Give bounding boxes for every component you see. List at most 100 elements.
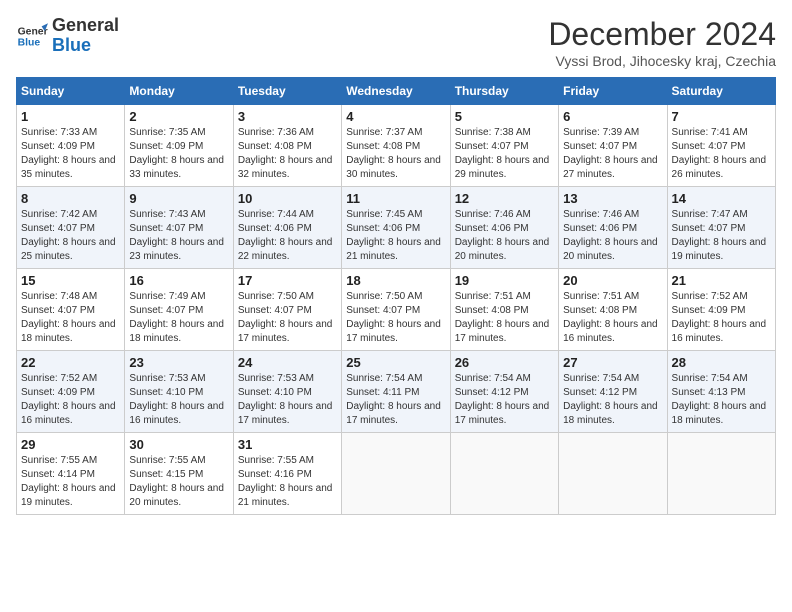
sunset-label: Sunset: 4:09 PM <box>21 141 95 152</box>
day-info: Sunrise: 7:35 AM Sunset: 4:09 PM Dayligh… <box>129 126 228 182</box>
daylight-label: Daylight: 8 hours and 18 minutes. <box>129 319 224 344</box>
logo: General Blue General Blue <box>16 16 119 56</box>
calendar-cell: 31 Sunrise: 7:55 AM Sunset: 4:16 PM Dayl… <box>233 433 341 515</box>
day-number: 31 <box>238 437 337 452</box>
day-info: Sunrise: 7:50 AM Sunset: 4:07 PM Dayligh… <box>346 290 445 346</box>
daylight-label: Daylight: 8 hours and 21 minutes. <box>346 237 441 262</box>
sunrise-label: Sunrise: 7:55 AM <box>238 455 314 466</box>
sunset-label: Sunset: 4:13 PM <box>672 387 746 398</box>
daylight-label: Daylight: 8 hours and 26 minutes. <box>672 155 767 180</box>
calendar-week-row: 22 Sunrise: 7:52 AM Sunset: 4:09 PM Dayl… <box>17 351 776 433</box>
sunrise-label: Sunrise: 7:39 AM <box>563 127 639 138</box>
sunset-label: Sunset: 4:08 PM <box>346 141 420 152</box>
sunset-label: Sunset: 4:12 PM <box>455 387 529 398</box>
day-number: 6 <box>563 109 662 124</box>
day-number: 21 <box>672 273 771 288</box>
day-number: 18 <box>346 273 445 288</box>
calendar-cell: 27 Sunrise: 7:54 AM Sunset: 4:12 PM Dayl… <box>559 351 667 433</box>
sunset-label: Sunset: 4:11 PM <box>346 387 419 398</box>
daylight-label: Daylight: 8 hours and 33 minutes. <box>129 155 224 180</box>
sunset-label: Sunset: 4:07 PM <box>672 141 746 152</box>
daylight-label: Daylight: 8 hours and 27 minutes. <box>563 155 658 180</box>
daylight-label: Daylight: 8 hours and 30 minutes. <box>346 155 441 180</box>
daylight-label: Daylight: 8 hours and 17 minutes. <box>238 319 333 344</box>
calendar-table: SundayMondayTuesdayWednesdayThursdayFrid… <box>16 77 776 515</box>
sunset-label: Sunset: 4:08 PM <box>238 141 312 152</box>
daylight-label: Daylight: 8 hours and 19 minutes. <box>672 237 767 262</box>
calendar-cell: 6 Sunrise: 7:39 AM Sunset: 4:07 PM Dayli… <box>559 105 667 187</box>
day-info: Sunrise: 7:48 AM Sunset: 4:07 PM Dayligh… <box>21 290 120 346</box>
sunset-label: Sunset: 4:07 PM <box>455 141 529 152</box>
calendar-cell: 5 Sunrise: 7:38 AM Sunset: 4:07 PM Dayli… <box>450 105 558 187</box>
sunrise-label: Sunrise: 7:33 AM <box>21 127 97 138</box>
daylight-label: Daylight: 8 hours and 20 minutes. <box>455 237 550 262</box>
day-number: 5 <box>455 109 554 124</box>
day-info: Sunrise: 7:54 AM Sunset: 4:13 PM Dayligh… <box>672 372 771 428</box>
calendar-cell: 20 Sunrise: 7:51 AM Sunset: 4:08 PM Dayl… <box>559 269 667 351</box>
calendar-cell <box>342 433 450 515</box>
sunrise-label: Sunrise: 7:54 AM <box>563 373 639 384</box>
day-number: 16 <box>129 273 228 288</box>
day-info: Sunrise: 7:45 AM Sunset: 4:06 PM Dayligh… <box>346 208 445 264</box>
weekday-header: Wednesday <box>342 78 450 105</box>
calendar-cell: 7 Sunrise: 7:41 AM Sunset: 4:07 PM Dayli… <box>667 105 775 187</box>
weekday-header: Saturday <box>667 78 775 105</box>
sunrise-label: Sunrise: 7:44 AM <box>238 209 314 220</box>
day-number: 25 <box>346 355 445 370</box>
weekday-header: Thursday <box>450 78 558 105</box>
day-number: 11 <box>346 191 445 206</box>
sunrise-label: Sunrise: 7:42 AM <box>21 209 97 220</box>
daylight-label: Daylight: 8 hours and 35 minutes. <box>21 155 116 180</box>
daylight-label: Daylight: 8 hours and 18 minutes. <box>672 401 767 426</box>
day-info: Sunrise: 7:51 AM Sunset: 4:08 PM Dayligh… <box>563 290 662 346</box>
calendar-cell: 26 Sunrise: 7:54 AM Sunset: 4:12 PM Dayl… <box>450 351 558 433</box>
calendar-cell <box>667 433 775 515</box>
calendar-cell: 21 Sunrise: 7:52 AM Sunset: 4:09 PM Dayl… <box>667 269 775 351</box>
day-info: Sunrise: 7:46 AM Sunset: 4:06 PM Dayligh… <box>455 208 554 264</box>
day-number: 26 <box>455 355 554 370</box>
day-number: 24 <box>238 355 337 370</box>
sunset-label: Sunset: 4:07 PM <box>346 305 420 316</box>
sunrise-label: Sunrise: 7:47 AM <box>672 209 748 220</box>
svg-text:Blue: Blue <box>18 37 41 48</box>
day-number: 1 <box>21 109 120 124</box>
sunset-label: Sunset: 4:07 PM <box>21 223 95 234</box>
day-number: 9 <box>129 191 228 206</box>
daylight-label: Daylight: 8 hours and 16 minutes. <box>563 319 658 344</box>
daylight-label: Daylight: 8 hours and 23 minutes. <box>129 237 224 262</box>
day-number: 28 <box>672 355 771 370</box>
day-number: 8 <box>21 191 120 206</box>
day-number: 19 <box>455 273 554 288</box>
sunset-label: Sunset: 4:09 PM <box>21 387 95 398</box>
calendar-header: SundayMondayTuesdayWednesdayThursdayFrid… <box>17 78 776 105</box>
sunrise-label: Sunrise: 7:41 AM <box>672 127 748 138</box>
day-info: Sunrise: 7:54 AM Sunset: 4:11 PM Dayligh… <box>346 372 445 428</box>
day-number: 12 <box>455 191 554 206</box>
day-number: 3 <box>238 109 337 124</box>
calendar-cell: 17 Sunrise: 7:50 AM Sunset: 4:07 PM Dayl… <box>233 269 341 351</box>
calendar-cell: 18 Sunrise: 7:50 AM Sunset: 4:07 PM Dayl… <box>342 269 450 351</box>
sunset-label: Sunset: 4:10 PM <box>129 387 203 398</box>
calendar-cell: 24 Sunrise: 7:53 AM Sunset: 4:10 PM Dayl… <box>233 351 341 433</box>
calendar-cell: 12 Sunrise: 7:46 AM Sunset: 4:06 PM Dayl… <box>450 187 558 269</box>
month-title: December 2024 <box>548 16 776 53</box>
day-info: Sunrise: 7:41 AM Sunset: 4:07 PM Dayligh… <box>672 126 771 182</box>
sunrise-label: Sunrise: 7:52 AM <box>21 373 97 384</box>
calendar-cell: 3 Sunrise: 7:36 AM Sunset: 4:08 PM Dayli… <box>233 105 341 187</box>
day-number: 7 <box>672 109 771 124</box>
sunset-label: Sunset: 4:07 PM <box>238 305 312 316</box>
calendar-cell: 13 Sunrise: 7:46 AM Sunset: 4:06 PM Dayl… <box>559 187 667 269</box>
calendar-cell: 19 Sunrise: 7:51 AM Sunset: 4:08 PM Dayl… <box>450 269 558 351</box>
day-info: Sunrise: 7:49 AM Sunset: 4:07 PM Dayligh… <box>129 290 228 346</box>
day-info: Sunrise: 7:53 AM Sunset: 4:10 PM Dayligh… <box>238 372 337 428</box>
calendar-week-row: 15 Sunrise: 7:48 AM Sunset: 4:07 PM Dayl… <box>17 269 776 351</box>
logo-line1: General <box>52 16 119 36</box>
day-number: 27 <box>563 355 662 370</box>
calendar-cell: 1 Sunrise: 7:33 AM Sunset: 4:09 PM Dayli… <box>17 105 125 187</box>
day-number: 2 <box>129 109 228 124</box>
sunrise-label: Sunrise: 7:55 AM <box>21 455 97 466</box>
sunset-label: Sunset: 4:15 PM <box>129 469 203 480</box>
day-info: Sunrise: 7:46 AM Sunset: 4:06 PM Dayligh… <box>563 208 662 264</box>
logo-icon: General Blue <box>16 20 48 52</box>
sunrise-label: Sunrise: 7:46 AM <box>563 209 639 220</box>
